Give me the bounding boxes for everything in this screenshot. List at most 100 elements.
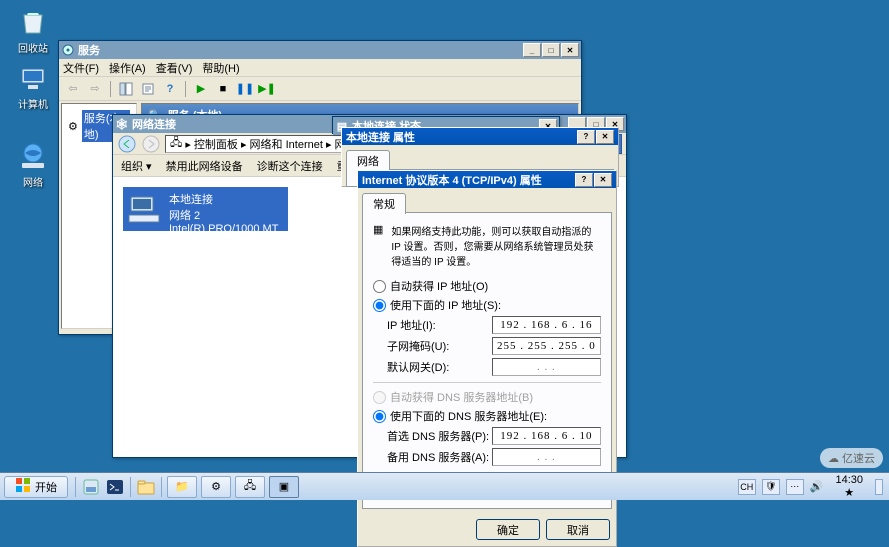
export-icon[interactable] [138,79,158,99]
cmd-diagnose[interactable]: 诊断这个连接 [257,158,323,174]
radio-label: 使用下面的 DNS 服务器地址(E): [390,408,547,424]
cloud-icon: ☁ [828,452,839,465]
quick-launch-explorer[interactable] [134,475,158,499]
windows-logo-icon [15,477,31,496]
services-titlebar[interactable]: 服务 _ □ ✕ [59,41,581,59]
folder-icon: 🖧 [170,134,182,153]
computer-icon [17,62,49,94]
close-button[interactable]: ✕ [594,173,612,187]
play-icon[interactable]: ▶ [191,79,211,99]
radio-manual-ip[interactable]: 使用下面的 IP 地址(S): [373,297,601,313]
network-icon: 🖧 [244,477,256,496]
desktop-icon-recycle-bin[interactable]: 回收站 [8,6,58,55]
info-text-content: 如果网络支持此功能，则可以获取自动指派的 IP 设置。否则，您需要从网络系统管理… [391,223,601,268]
dns2-label: 备用 DNS 服务器(A): [387,449,492,465]
help-button[interactable]: ? [577,130,595,144]
desktop-icon-computer[interactable]: 计算机 [8,62,58,111]
ip-address-field[interactable]: 192 . 168 . 6 . 16 [492,316,601,334]
taskbar-item-explorer[interactable]: 📁 [167,476,197,498]
cancel-button[interactable]: 取消 [546,519,610,540]
dns1-label: 首选 DNS 服务器(P): [387,428,492,444]
connection-status: 网络 2 [169,207,284,223]
maximize-button[interactable]: □ [542,43,560,57]
nic-icon [127,191,163,227]
help-button[interactable]: ? [575,173,593,187]
stop-icon[interactable]: ■ [213,79,233,99]
tray-icon-1[interactable]: 🛡 [762,479,780,495]
restart-icon[interactable]: ▶❚ [257,79,277,99]
back-button[interactable] [117,134,137,154]
start-button[interactable]: 开始 [4,476,68,498]
radio-manual-dns-input[interactable] [373,410,386,423]
gateway-label: 默认网关(D): [387,359,492,375]
gear-icon [61,43,75,57]
system-tray: CH 🛡 ⋯ 🔊 14:30 ★ [732,474,889,498]
watermark: ☁ 亿速云 [820,448,883,468]
desktop-icon-network[interactable]: 网络 [8,140,58,189]
taskbar-clock[interactable]: 14:30 ★ [835,474,863,498]
gear-icon: ⚙ [68,120,78,133]
taskbar: 开始 📁 ⚙ 🖧 ▣ CH 🛡 ⋯ 🔊 14:30 ★ [0,472,889,500]
clock-date: ★ [835,487,863,499]
desktop-icon-label: 计算机 [8,96,58,111]
window-title: 服务 [78,42,522,58]
connection-name: 本地连接 [169,191,284,207]
info-text: ▦ 如果网络支持此功能，则可以获取自动指派的 IP 设置。否则，您需要从网络系统… [373,223,601,268]
minimize-button[interactable]: _ [523,43,541,57]
show-hide-icon[interactable] [116,79,136,99]
connprops-titlebar[interactable]: 本地连接 属性 ? ✕ [342,128,618,145]
quick-launch-powershell[interactable] [103,475,127,499]
services-toolbar: ⇦ ⇨ ? ▶ ■ ❚❚ ▶❚ [59,77,581,101]
cmd-disable[interactable]: 禁用此网络设备 [166,158,243,174]
lang-indicator[interactable]: CH [738,479,756,495]
radio-label: 自动获得 IP 地址(O) [390,278,488,294]
folder-icon: 📁 [175,480,189,493]
gateway-field[interactable]: . . . [492,358,601,376]
radio-manual-dns[interactable]: 使用下面的 DNS 服务器地址(E): [373,408,601,424]
help-icon[interactable]: ? [160,79,180,99]
subnet-mask-label: 子网掩码(U): [387,338,492,354]
pause-icon[interactable]: ❚❚ [235,79,255,99]
taskbar-item-cmd[interactable]: ▣ [269,476,299,498]
menu-view[interactable]: 查看(V) [156,60,193,76]
info-icon: ▦ [373,223,383,268]
connection-adapter: Intel(R) PRO/1000 MT Network ... [169,223,284,247]
quick-launch-server-manager[interactable] [79,475,103,499]
dns2-field[interactable]: . . . [492,448,601,466]
clock-time: 14:30 [835,474,863,486]
ip-address-label: IP 地址(I): [387,317,492,333]
radio-auto-ip-input[interactable] [373,280,386,293]
subnet-mask-field[interactable]: 255 . 255 . 255 . 0 [492,337,601,355]
cmd-organize[interactable]: 组织 ▾ [121,158,152,174]
connection-item[interactable]: 本地连接 网络 2 Intel(R) PRO/1000 MT Network .… [123,187,288,231]
tab-network[interactable]: 网络 [346,150,390,171]
radio-manual-ip-input[interactable] [373,299,386,312]
desktop-icon-label: 回收站 [8,40,58,55]
terminal-icon: ▣ [279,480,289,493]
tray-speaker-icon[interactable]: 🔊 [810,480,824,493]
taskbar-item-network[interactable]: 🖧 [235,476,265,498]
menu-help[interactable]: 帮助(H) [202,60,239,76]
forward-icon: ⇨ [85,79,105,99]
radio-label: 自动获得 DNS 服务器地址(B) [390,389,533,405]
ipv4-titlebar[interactable]: Internet 协议版本 4 (TCP/IPv4) 属性 ? ✕ [358,171,616,188]
radio-auto-dns-input [373,391,386,404]
menu-action[interactable]: 操作(A) [109,60,146,76]
dialog-title: Internet 协议版本 4 (TCP/IPv4) 属性 [362,172,574,188]
services-menubar: 文件(F) 操作(A) 查看(V) 帮助(H) [59,59,581,77]
forward-button [141,134,161,154]
tray-icon-2[interactable]: ⋯ [786,479,804,495]
dns1-field[interactable]: 192 . 168 . 6 . 10 [492,427,601,445]
dialog-title: 本地连接 属性 [346,129,576,145]
radio-auto-ip[interactable]: 自动获得 IP 地址(O) [373,278,601,294]
taskbar-item-services[interactable]: ⚙ [201,476,231,498]
show-desktop-button[interactable] [875,479,883,495]
tab-general[interactable]: 常规 [362,193,406,214]
back-icon: ⇦ [63,79,83,99]
close-button[interactable]: ✕ [596,130,614,144]
ok-button[interactable]: 确定 [476,519,540,540]
recycle-bin-icon [17,6,49,38]
close-button[interactable]: ✕ [561,43,579,57]
menu-file[interactable]: 文件(F) [63,60,99,76]
start-label: 开始 [35,479,57,495]
